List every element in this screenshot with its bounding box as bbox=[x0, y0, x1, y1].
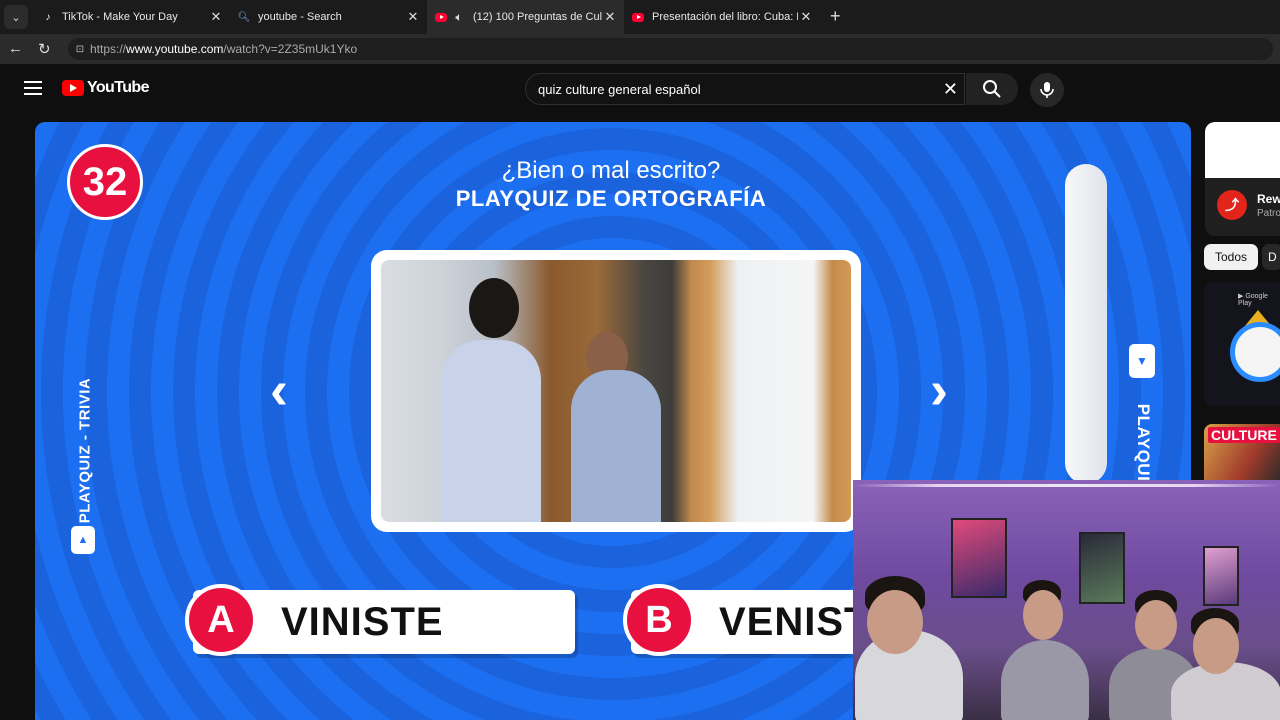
chip-second[interactable]: D bbox=[1262, 244, 1280, 270]
tab-strip: ⌄ ♪ TikTok - Make Your Day ✕ 🔍︎ youtube … bbox=[0, 0, 1280, 34]
close-icon[interactable]: ✕ bbox=[798, 9, 814, 25]
voice-search-button[interactable] bbox=[1030, 73, 1064, 107]
search-button[interactable] bbox=[966, 73, 1018, 105]
side-left-text: PLAYQUIZ - TRIVIA bbox=[76, 377, 94, 524]
chevron-right-icon: › bbox=[930, 360, 948, 420]
ad-subtitle: Patro bbox=[1257, 208, 1280, 219]
sponsored-ad-card[interactable]: ⤴ Rew Patro bbox=[1205, 122, 1280, 236]
url-field[interactable]: ⊡ https://www.youtube.com/watch?v=2Z35mU… bbox=[68, 38, 1273, 60]
wall-poster bbox=[1079, 532, 1125, 604]
tab-title: (12) 100 Preguntas de Cultura bbox=[473, 11, 602, 23]
masthead: YouTube quiz culture general español ✕ bbox=[0, 64, 1280, 114]
close-icon[interactable]: ✕ bbox=[602, 9, 618, 25]
wall-poster bbox=[1203, 546, 1239, 606]
search-icon bbox=[983, 80, 1001, 98]
tab-title: TikTok - Make Your Day bbox=[62, 11, 178, 23]
youtube-icon bbox=[632, 11, 644, 23]
answer-letter: B bbox=[623, 584, 695, 656]
video-subtitle-title: PLAYQUIZ DE ORTOGRAFÍA bbox=[455, 186, 767, 211]
chevron-left-icon: ‹ bbox=[270, 360, 288, 420]
timer-pill bbox=[1065, 164, 1107, 484]
address-bar-row: ← ↻ ⊡ https://www.youtube.com/watch?v=2Z… bbox=[0, 34, 1280, 64]
tab-title: youtube - Search bbox=[258, 11, 342, 23]
thumbnail-label: CULTURE bbox=[1208, 427, 1280, 443]
person bbox=[1001, 640, 1089, 720]
url-path: /watch?v=2Z35mUk1Yko bbox=[223, 42, 358, 56]
tab-tiktok[interactable]: ♪ TikTok - Make Your Day ✕ bbox=[34, 0, 230, 34]
led-light-strip bbox=[853, 484, 1280, 487]
speaker-icon[interactable]: 🔈︎ bbox=[453, 10, 465, 24]
quiz-photo bbox=[371, 250, 861, 532]
logo-text: YouTube bbox=[87, 79, 149, 96]
close-icon[interactable]: ✕ bbox=[405, 9, 421, 25]
answer-letter: A bbox=[185, 584, 257, 656]
menu-icon[interactable] bbox=[24, 81, 42, 95]
tab-youtube-search[interactable]: 🔍︎ youtube - Search ✕ bbox=[230, 0, 427, 34]
google-play-icon: ▶ Google Play bbox=[1238, 293, 1268, 307]
back-arrow-icon[interactable]: ← bbox=[8, 40, 23, 57]
tab-presentacion[interactable]: Presentación del libro: Cuba: Perfil ✕ bbox=[624, 0, 820, 34]
new-tab-button[interactable]: + bbox=[830, 6, 841, 27]
youtube-page: YouTube quiz culture general español ✕ 3… bbox=[0, 64, 1280, 720]
tiktok-icon: ♪ bbox=[45, 11, 51, 23]
answer-text: VINISTE bbox=[281, 600, 444, 644]
tab-search-menu-button[interactable]: ⌄ bbox=[4, 5, 28, 29]
url-prefix: https:// bbox=[90, 42, 127, 56]
video-thumbnail[interactable]: CULTURE bbox=[1204, 424, 1280, 484]
wall-poster bbox=[951, 518, 1007, 598]
webcam-overlay bbox=[853, 480, 1280, 720]
reload-icon[interactable]: ↻ bbox=[38, 40, 51, 58]
youtube-logo[interactable]: YouTube bbox=[62, 79, 149, 97]
handshake-image bbox=[381, 260, 851, 522]
triangle-down-icon: ▼ bbox=[1129, 344, 1155, 378]
site-info-icon[interactable]: ⊡ bbox=[70, 44, 90, 55]
answer-option-a: A VINISTE bbox=[185, 584, 575, 656]
url-host: www.youtube.com bbox=[126, 42, 224, 56]
mascot-image bbox=[1230, 322, 1280, 382]
search-icon: 🔍︎ bbox=[237, 11, 251, 23]
tab-active-video[interactable]: 🔈︎ (12) 100 Preguntas de Cultura ✕ bbox=[427, 0, 624, 34]
youtube-icon bbox=[435, 11, 447, 23]
triangle-up-icon: ▲ bbox=[71, 526, 95, 554]
chip-todos[interactable]: Todos bbox=[1204, 244, 1259, 270]
youtube-play-icon bbox=[62, 80, 84, 96]
video-subtitle-question: ¿Bien o mal escrito? bbox=[501, 157, 721, 184]
tab-title: Presentación del libro: Cuba: Perfil bbox=[652, 11, 798, 23]
search-box[interactable]: quiz culture general español ✕ bbox=[525, 73, 965, 105]
adobe-pdf-icon: ⤴ bbox=[1217, 190, 1247, 220]
video-thumbnail[interactable]: ▶ Google Play bbox=[1204, 282, 1280, 406]
close-icon[interactable]: ✕ bbox=[208, 9, 224, 25]
ad-title: Rew bbox=[1257, 192, 1280, 206]
microphone-icon bbox=[1040, 82, 1054, 98]
clear-search-icon[interactable]: ✕ bbox=[943, 79, 958, 99]
side-label-left: PLAYQUIZ - TRIVIA ▲ bbox=[71, 356, 97, 556]
search-input[interactable]: quiz culture general español bbox=[538, 82, 701, 97]
